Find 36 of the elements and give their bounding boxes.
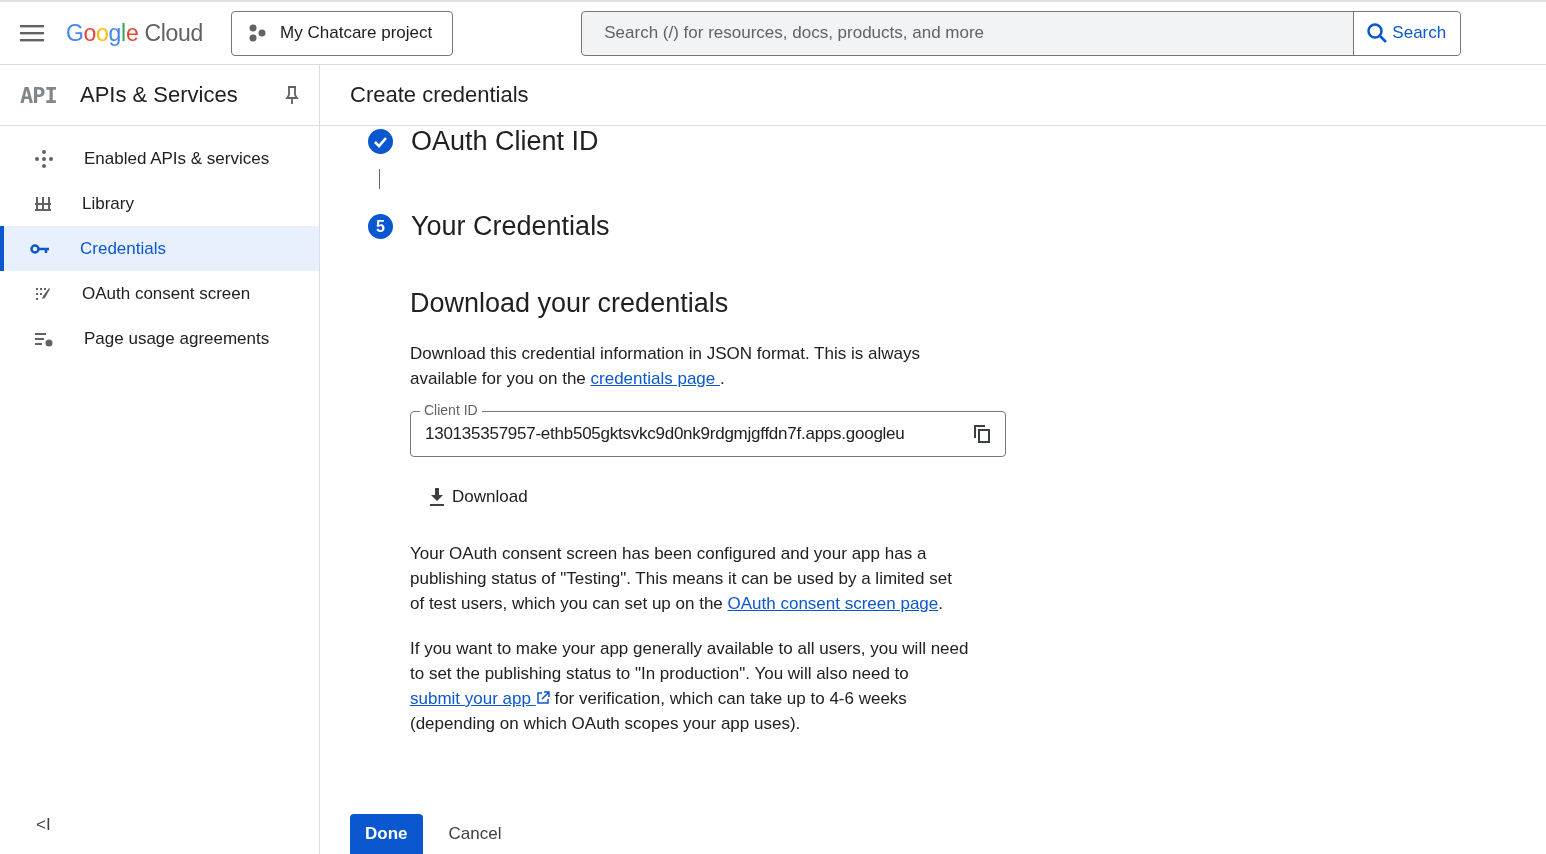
step-title: Your Credentials xyxy=(411,211,610,242)
step-number-badge: 5 xyxy=(368,214,393,239)
sidebar-item[interactable]: OAuth consent screen xyxy=(0,271,319,316)
text-link[interactable]: credentials page xyxy=(590,369,720,388)
project-picker-button[interactable]: My Chatcare project xyxy=(231,10,454,56)
sidebar-item[interactable]: Library xyxy=(0,181,319,226)
api-label: API xyxy=(20,82,58,108)
copy-icon[interactable] xyxy=(973,424,991,444)
search-button[interactable]: Search xyxy=(1353,11,1461,55)
text-link[interactable]: OAuth consent screen page xyxy=(727,594,939,613)
logo-text[interactable]: Google Cloud xyxy=(66,19,204,47)
external-link-icon xyxy=(535,691,550,705)
download-button[interactable]: Download xyxy=(424,483,532,511)
library-icon xyxy=(34,194,52,213)
pin-icon[interactable] xyxy=(285,85,299,105)
sidebar-item[interactable]: Page usage agreements xyxy=(0,316,319,361)
search-field[interactable]: Search (/) for resources, docs, products, and more Search xyxy=(581,10,1462,56)
sidebar-item[interactable]: Credentials xyxy=(0,226,319,271)
info-paragraph: If you want to make your app generally available to all users, you will need to set the publishing status to "In production". You will also need to submit your app for verification, which can take up to 4-6 weeks (depending on which OAuth scopes your app uses). xyxy=(410,638,970,735)
info-paragraph: Your OAuth consent screen has been configured and your app has a publishing status of "Testing". This means it can be used by a limited set of test users, which you can set up on the OAuth consent screen page. xyxy=(410,543,953,615)
done-button[interactable]: Done xyxy=(350,814,423,854)
page-title: Create credentials xyxy=(350,82,529,108)
intro-paragraph: Download this credential information in JSON format. This is always available for you on the credentials page . xyxy=(410,343,921,390)
section-heading: Download your credentials xyxy=(410,288,730,319)
cancel-button[interactable]: Cancel xyxy=(446,814,504,854)
external-link[interactable]: submit your app xyxy=(410,689,550,708)
field-value: 130135357957-ethb505gktsvkc9d0nk9rdgmjgffdn7f.apps.googleu xyxy=(425,424,906,444)
sidebar-item[interactable]: Enabled APIs & services xyxy=(0,136,319,181)
step-title: OAuth Client ID xyxy=(411,126,599,157)
menu-icon[interactable] xyxy=(20,24,44,42)
key-icon xyxy=(30,242,50,255)
diamond-dots-icon xyxy=(34,148,54,169)
collapse-sidebar-button[interactable]: <I xyxy=(30,814,57,836)
download-icon xyxy=(428,487,446,507)
sidebar-title: APIs & Services xyxy=(80,82,239,108)
search-icon xyxy=(1366,22,1389,44)
